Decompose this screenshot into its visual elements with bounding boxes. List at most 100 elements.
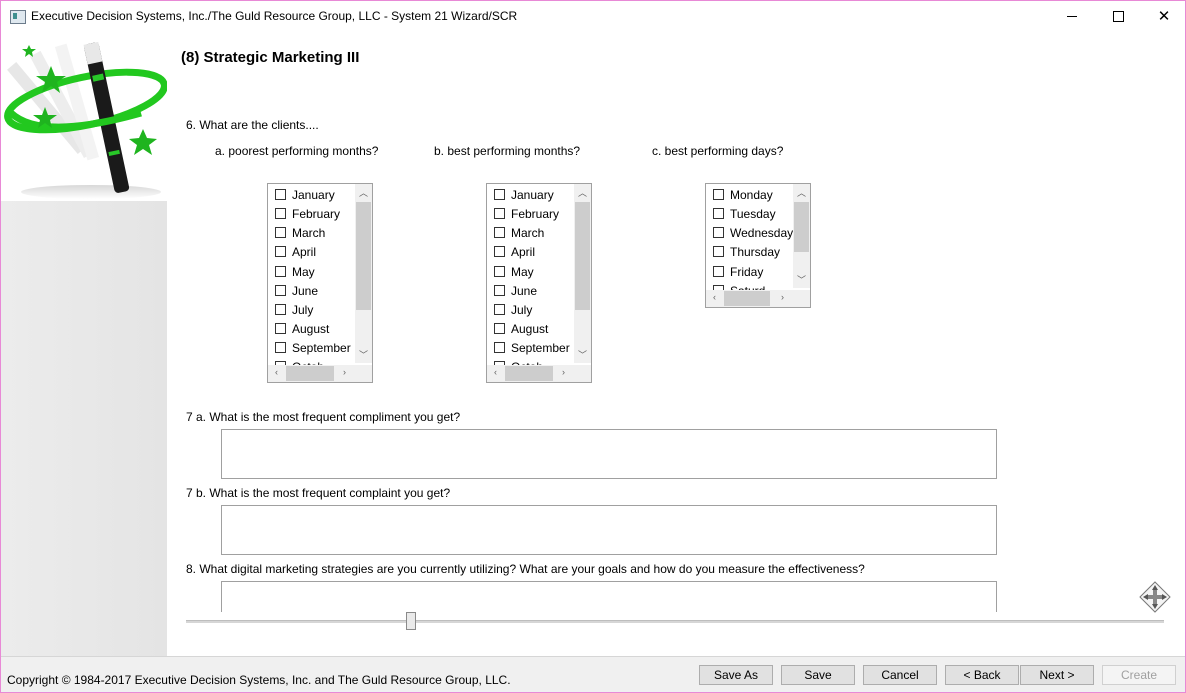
checkbox[interactable] xyxy=(275,246,286,257)
checkbox[interactable] xyxy=(275,285,286,296)
checkbox[interactable] xyxy=(713,227,724,238)
checkbox[interactable] xyxy=(713,208,724,219)
list-item[interactable]: February xyxy=(494,204,559,223)
poorest-months-list[interactable]: January February March April May June Ju… xyxy=(267,183,373,383)
checkbox[interactable] xyxy=(275,227,286,238)
sidebar xyxy=(1,31,168,656)
question-6b-label: b. best performing months? xyxy=(434,144,581,158)
chevron-right-icon[interactable]: › xyxy=(336,367,353,377)
checkbox[interactable] xyxy=(494,227,505,238)
scroll-thumb[interactable] xyxy=(724,291,770,306)
save-as-button[interactable]: Save As xyxy=(699,665,773,685)
checkbox[interactable] xyxy=(494,246,505,257)
horizontal-scrollbar[interactable]: ‹ › xyxy=(487,365,591,382)
create-button[interactable]: Create xyxy=(1102,665,1176,685)
scroll-thumb[interactable] xyxy=(356,202,371,310)
complaint-textbox[interactable] xyxy=(221,505,997,555)
chevron-right-icon[interactable]: › xyxy=(774,292,791,302)
question-8-label: 8. What digital marketing strategies are… xyxy=(186,562,865,576)
list-item[interactable]: August xyxy=(275,319,329,338)
chevron-up-icon[interactable]: ︿ xyxy=(355,186,372,199)
close-icon: ✕ xyxy=(1157,8,1171,25)
next-button[interactable]: Next > xyxy=(1020,665,1094,685)
chevron-up-icon[interactable]: ︿ xyxy=(793,186,810,199)
list-item[interactable]: March xyxy=(275,223,325,242)
close-button[interactable]: ✕ xyxy=(1141,1,1186,31)
horizontal-scroll-thumb[interactable] xyxy=(406,612,416,630)
list-item[interactable]: September xyxy=(494,338,570,357)
question-7b-label: 7 b. What is the most frequent complaint… xyxy=(186,486,451,500)
list-item[interactable]: May xyxy=(494,262,534,281)
chevron-up-icon[interactable]: ︿ xyxy=(574,186,591,199)
best-months-list[interactable]: January February March April May June Ju… xyxy=(486,183,592,383)
list-item[interactable]: January xyxy=(275,185,335,204)
list-item[interactable]: Monday xyxy=(713,185,773,204)
list-item[interactable]: June xyxy=(275,281,318,300)
checkbox[interactable] xyxy=(494,266,505,277)
list-item[interactable]: Wednesday xyxy=(713,223,793,242)
vertical-scrollbar[interactable]: ︿ ﹀ xyxy=(574,184,591,363)
vertical-scrollbar[interactable]: ︿ ﹀ xyxy=(355,184,372,363)
question-6c-label: c. best performing days? xyxy=(652,144,784,158)
list-item[interactable]: June xyxy=(494,281,537,300)
checkbox[interactable] xyxy=(494,208,505,219)
chevron-down-icon[interactable]: ﹀ xyxy=(793,273,810,286)
scroll-thumb[interactable] xyxy=(794,202,809,252)
question-6a-label: a. poorest performing months? xyxy=(215,144,379,158)
maximize-button[interactable] xyxy=(1095,1,1141,31)
checkbox[interactable] xyxy=(713,189,724,200)
back-button[interactable]: < Back xyxy=(945,665,1019,685)
chevron-left-icon[interactable]: ‹ xyxy=(706,292,723,302)
list-item[interactable]: February xyxy=(275,204,340,223)
list-item[interactable]: September xyxy=(275,338,351,357)
scroll-thumb[interactable] xyxy=(505,366,553,381)
list-item[interactable]: May xyxy=(275,262,315,281)
list-item[interactable]: August xyxy=(494,319,548,338)
list-item[interactable]: January xyxy=(494,185,554,204)
save-button[interactable]: Save xyxy=(781,665,855,685)
minimize-button[interactable] xyxy=(1049,1,1095,31)
chevron-left-icon[interactable]: ‹ xyxy=(487,367,504,377)
checkbox[interactable] xyxy=(494,342,505,353)
list-item[interactable]: July xyxy=(275,300,313,319)
vertical-scrollbar[interactable]: ︿ ﹀ xyxy=(793,184,810,288)
move-arrows-icon[interactable] xyxy=(1139,581,1171,613)
horizontal-scrollbar[interactable]: ‹ › xyxy=(706,290,810,307)
title-bar: Executive Decision Systems, Inc./The Gul… xyxy=(1,1,1185,31)
checkbox[interactable] xyxy=(275,323,286,334)
question-7a-label: 7 a. What is the most frequent complimen… xyxy=(186,410,461,424)
best-days-list[interactable]: Monday Tuesday Wednesday Thursday Friday… xyxy=(705,183,811,308)
digital-strategies-textbox[interactable] xyxy=(221,581,997,612)
list-item[interactable]: April xyxy=(275,242,316,261)
horizontal-scrollbar[interactable]: ‹ › xyxy=(268,365,372,382)
checkbox[interactable] xyxy=(494,189,505,200)
list-item[interactable]: Thursday xyxy=(713,242,780,261)
checkbox[interactable] xyxy=(494,285,505,296)
checkbox[interactable] xyxy=(494,304,505,315)
chevron-left-icon[interactable]: ‹ xyxy=(268,367,285,377)
list-item[interactable]: March xyxy=(494,223,544,242)
checkbox[interactable] xyxy=(713,266,724,277)
horizontal-scroll-track[interactable] xyxy=(186,620,1164,623)
list-item[interactable]: April xyxy=(494,242,535,261)
checkbox[interactable] xyxy=(275,304,286,315)
chevron-right-icon[interactable]: › xyxy=(555,367,572,377)
chevron-down-icon[interactable]: ﹀ xyxy=(574,348,591,361)
compliment-textbox[interactable] xyxy=(221,429,997,479)
list-item[interactable]: Friday xyxy=(713,262,763,281)
scroll-thumb[interactable] xyxy=(575,202,590,310)
checkbox[interactable] xyxy=(275,342,286,353)
copyright-text: Copyright © 1984-2017 Executive Decision… xyxy=(7,673,511,687)
cancel-button[interactable]: Cancel xyxy=(863,665,937,685)
checkbox[interactable] xyxy=(275,189,286,200)
scroll-thumb[interactable] xyxy=(286,366,334,381)
checkbox[interactable] xyxy=(494,323,505,334)
app-icon xyxy=(10,10,26,24)
checkbox[interactable] xyxy=(275,208,286,219)
checkbox[interactable] xyxy=(275,266,286,277)
list-item[interactable]: July xyxy=(494,300,532,319)
list-item[interactable]: Tuesday xyxy=(713,204,776,223)
chevron-down-icon[interactable]: ﹀ xyxy=(355,348,372,361)
page-title: (8) Strategic Marketing III xyxy=(181,49,360,66)
checkbox[interactable] xyxy=(713,246,724,257)
